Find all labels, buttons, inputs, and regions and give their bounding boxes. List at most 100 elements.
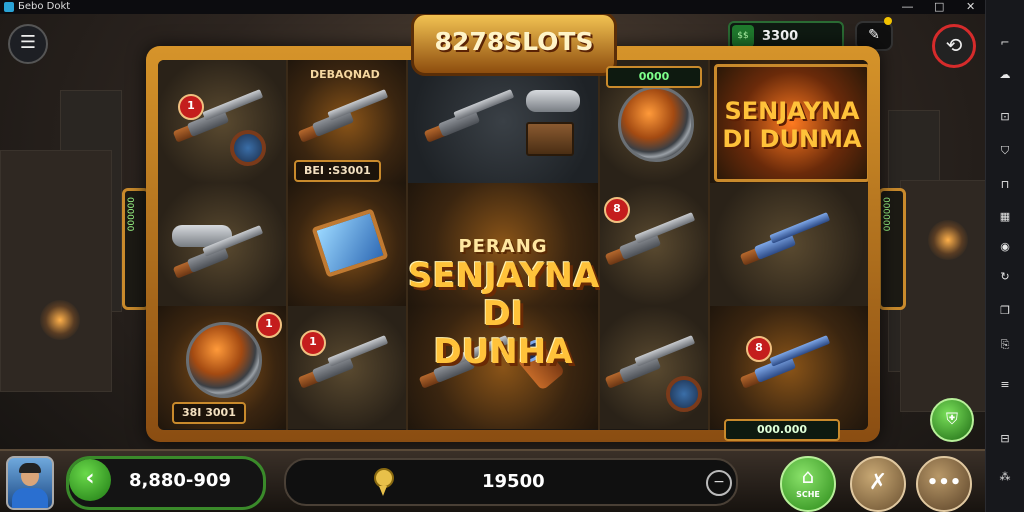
reel-4: 8 — [600, 60, 710, 430]
left-tab-label: 000000 — [127, 197, 137, 232]
shield-icon — [186, 322, 262, 398]
round-shield-icon — [618, 86, 694, 162]
pages-icon[interactable]: ⎘ — [998, 338, 1012, 352]
copy-icon[interactable]: ❐ — [998, 304, 1012, 318]
coin-value: 3300 — [762, 28, 799, 44]
title-line-1: SENJAYNA — [408, 256, 600, 296]
title-small: PERANG — [458, 236, 548, 257]
bracket-icon[interactable]: ⌐ — [998, 36, 1012, 50]
home-button[interactable]: ⌂ SCHE — [780, 456, 836, 512]
symbol-badge: 8 — [604, 197, 630, 223]
close-button[interactable]: ✕ — [966, 0, 975, 13]
cart-icon[interactable]: ⊓ — [998, 178, 1012, 192]
scope-ring-icon — [230, 130, 266, 166]
symbol-badge: 1 — [178, 94, 204, 120]
center-title: PERANG SENJAYNA DI DUNHA — [408, 236, 600, 372]
title-line-2: DI DUNHA — [433, 294, 573, 372]
box-icon[interactable]: ⊟ — [998, 432, 1012, 446]
bg-house-left — [0, 150, 112, 392]
symbol-shield-plaque: 1 38I 3001 — [158, 306, 286, 429]
bet-box: 19500 − — [284, 458, 738, 506]
multi-instance-icon[interactable]: ⁂ — [998, 470, 1012, 484]
tools-button[interactable]: ✗ — [850, 456, 906, 512]
emulator-sidebar: ⌐ ☁ ⊡ ⛉ ⊓ ▦ ◉ ↻ ❐ ⎘ ≡ ⊟ ⁂ — [985, 0, 1024, 512]
symbol-rifle: 1 — [158, 60, 286, 183]
coin-icon: $$ — [732, 25, 754, 47]
lock-icon[interactable]: ⊡ — [998, 110, 1012, 124]
cloud-icon[interactable]: ☁ — [998, 68, 1012, 82]
corner-title: SENJAYNA DI DUNMA — [714, 64, 868, 182]
home-icon: ⌂ — [801, 464, 815, 488]
menu-button[interactable]: ☰ — [8, 24, 48, 64]
more-button[interactable]: ••• — [916, 456, 972, 512]
chevron-left-icon: ‹ — [85, 466, 95, 491]
reel-frame: 1 1 38I 3001 DEBAQNAD BEI :S3001 1 PERAN… — [146, 46, 880, 442]
balance-box: ‹ 8,880-909 — [66, 456, 266, 510]
app-title: Бebo Dokt — [18, 1, 71, 12]
pencil-icon: ✎ — [868, 27, 880, 43]
top-plaque: 0000 — [606, 66, 702, 88]
window-titlebar: Бebo Dokt ― □ ✕ — [0, 0, 985, 14]
bg-house-right — [900, 180, 985, 412]
symbol-rifle-badge: 1 — [288, 306, 406, 429]
bg-lamp-left — [40, 300, 80, 340]
minus-button[interactable]: − — [706, 470, 732, 496]
symbol-badge: 1 — [256, 312, 282, 338]
more-icon: ••• — [926, 472, 962, 493]
symbol-rocket-launcher: 8 — [710, 306, 868, 429]
bet-value: 19500 — [482, 471, 545, 492]
rifle-icon — [172, 224, 270, 279]
symbol-badge: 1 — [300, 330, 326, 356]
shotgun-icon — [604, 211, 702, 266]
shield-button[interactable]: ⛨ — [930, 398, 974, 442]
mirror-icon — [311, 208, 389, 278]
medal-icon — [374, 468, 394, 488]
corner-title-line-2: DI DUNMA — [722, 125, 862, 153]
maximize-button[interactable]: □ — [934, 0, 944, 13]
shield-icon: ⛨ — [945, 409, 958, 428]
shield-icon[interactable]: ⛉ — [998, 144, 1012, 158]
symbol-plaque: BEI :S3001 — [294, 160, 381, 182]
game-logo: 8278SLOTS — [411, 12, 617, 76]
bg-lamp-right — [928, 220, 968, 260]
heavy-gun-icon — [423, 88, 521, 143]
symbol-blue-rifle — [710, 183, 868, 306]
balance-value: 8,880-909 — [129, 470, 231, 491]
reel-2: DEBAQNAD BEI :S3001 1 — [288, 60, 408, 430]
right-tab-label: 000000 — [883, 197, 893, 232]
reel-window: 1 1 38I 3001 DEBAQNAD BEI :S3001 1 PERAN… — [158, 60, 868, 430]
corner-title-line-1: SENJAYNA — [724, 97, 860, 125]
cannon-icon — [526, 90, 580, 112]
blue-rifle-icon — [739, 211, 837, 266]
minus-icon: − — [713, 474, 725, 490]
symbol-heavy-gun — [408, 60, 598, 183]
symbol-badge: 8 — [746, 336, 772, 362]
home-label: SCHE — [796, 490, 820, 499]
symbol-shotgun: 8 — [600, 183, 708, 306]
symbol-mirror — [288, 183, 406, 306]
ammo-box-icon — [526, 122, 574, 156]
scope-ring-icon — [666, 376, 702, 412]
symbol-scoped-rifle — [158, 183, 286, 306]
symbol-rifle-scope — [600, 306, 708, 429]
symbol-assault-rifle: DEBAQNAD BEI :S3001 — [288, 60, 406, 183]
back-button[interactable]: ‹ — [69, 459, 111, 501]
grid-icon[interactable]: ▦ — [998, 210, 1012, 224]
game-scene: ☰ ⟲ $$ 3300 ✎ 000000 000000 1 1 38I 3001… — [0, 0, 985, 512]
app-icon — [4, 2, 14, 12]
bottom-plaque: 000.000 — [724, 419, 840, 441]
wrench-icon: ✗ — [868, 470, 888, 495]
right-side-tab: 000000 — [878, 188, 906, 310]
record-icon[interactable]: ◉ — [998, 240, 1012, 254]
symbol-label: DEBAQNAD — [310, 68, 380, 81]
refresh-button[interactable]: ⟲ — [932, 24, 976, 68]
refresh-icon[interactable]: ↻ — [998, 270, 1012, 284]
reel-3: PERANG SENJAYNA DI DUNHA — [408, 60, 600, 430]
symbol-plaque: 38I 3001 — [172, 402, 246, 424]
avatar[interactable] — [6, 456, 54, 510]
assault-rifle-icon — [297, 88, 395, 143]
reel-1: 1 1 38I 3001 — [158, 60, 288, 430]
notification-dot — [884, 17, 892, 25]
minimize-button[interactable]: ― — [902, 0, 913, 13]
menu-icon[interactable]: ≡ — [998, 378, 1012, 392]
